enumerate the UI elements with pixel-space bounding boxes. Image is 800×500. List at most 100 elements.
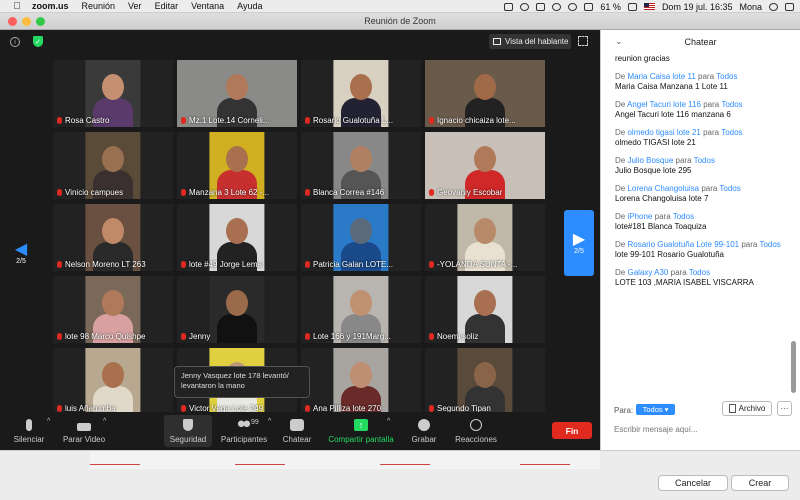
chat-recipient[interactable]: Todos [694,156,715,165]
audio-options-chevron-icon[interactable]: ^ [47,418,50,425]
next-page-button[interactable]: ▶ 2/5 [564,210,594,276]
muted-microphone-icon [305,405,310,412]
collapse-chevron-icon[interactable]: ⌄ [615,36,623,47]
participant-video-tile[interactable]: Ana Pilliza lote 270 [301,348,421,415]
chat-sender[interactable]: Julio Bosque [627,156,673,165]
participant-face [350,362,372,388]
participant-video-tile[interactable]: Patricia Galan LOTE... [301,204,421,271]
chat-button[interactable]: Chatear [280,415,314,447]
participant-face [474,290,496,316]
mute-label: Silenciar [13,435,45,444]
participant-video-tile[interactable]: luis Añarumba [53,348,173,415]
chat-recipient[interactable]: Todos [721,100,742,109]
participants-button[interactable]: Participantes [216,415,272,447]
participants-options-chevron-icon[interactable]: ^ [268,418,271,425]
spotlight-icon[interactable] [769,2,778,11]
chat-recipient[interactable]: Todos [673,212,694,221]
share-screen-button[interactable]: ↑ Compartir pantalla [326,415,396,447]
minimize-window-button[interactable] [22,17,31,26]
participant-name: Nelson Moreno LT 263 [65,260,146,269]
share-options-chevron-icon[interactable]: ^ [387,418,390,425]
menu-ver[interactable]: Ver [128,1,142,11]
menu-bar:  zoom.us Reunión Ver Editar Ventana Ayu… [0,0,800,13]
participant-video-tile[interactable]: Rosa Castro [53,60,173,127]
user-name[interactable]: Mona [739,2,762,12]
participant-video-tile[interactable]: Rosario Gualotuña L... [301,60,421,127]
chat-message: De Galaxy A30 para Todos LOTE 103 ,MARIA … [615,268,789,289]
close-window-button[interactable] [8,17,17,26]
zoom-status-icon[interactable] [504,2,514,11]
chat-recipient[interactable]: Todos [719,184,740,193]
stop-video-button[interactable]: Parar Video [60,415,108,447]
chat-title: Chatear [684,37,717,47]
chat-sender[interactable]: Galaxy A30 [627,268,668,277]
video-options-chevron-icon[interactable]: ^ [103,418,106,425]
battery-percent[interactable]: 61 % [600,2,621,12]
chat-recipient[interactable]: Todos [759,240,780,249]
participant-name-label: Rosa Castro [53,114,173,127]
reactions-button[interactable]: Reacciones [453,415,499,447]
participant-video-tile[interactable]: Manzana 3 Lote 62 -... [177,132,297,199]
file-button[interactable]: Archivo [722,401,772,416]
create-button[interactable]: Crear [731,475,789,491]
chat-sender[interactable]: Rosario Gualotuña Lote 99-101 [627,240,739,249]
security-button[interactable]: Seguridad [164,415,212,447]
participant-video-tile[interactable]: lote 98 Marco Quishpe [53,276,173,343]
menu-editar[interactable]: Editar [155,1,179,11]
muted-microphone-icon [57,189,62,196]
participant-video-tile[interactable]: lote #49 Jorge Lema [177,204,297,271]
chat-sender[interactable]: Angel Tacuri lote 116 [627,100,701,109]
participant-video-tile[interactable]: Geovaniy Escobar [425,132,545,199]
fullscreen-icon[interactable] [578,36,588,46]
apple-icon[interactable]:  [12,1,22,12]
menu-ventana[interactable]: Ventana [191,1,224,11]
chat-sender[interactable]: iPhone [627,212,652,221]
menu-ayuda[interactable]: Ayuda [237,1,262,11]
participant-video-tile[interactable]: Blanca Correa #146 [301,132,421,199]
background-thumbnail [90,453,140,465]
sync-icon[interactable] [520,2,530,11]
screen-icon[interactable] [536,2,546,11]
menu-reunion[interactable]: Reunión [82,1,116,11]
participant-face [350,74,372,100]
end-meeting-button[interactable]: Fin [552,422,592,439]
input-source-flag-icon[interactable] [643,3,655,10]
participant-video-tile[interactable]: Mz.1 Lote.14 Corneli... [177,60,297,127]
participant-video-tile[interactable]: Segundo Tipan [425,348,545,415]
volume-icon[interactable] [584,2,594,11]
chat-scrollbar[interactable] [791,341,796,393]
speaker-view-button[interactable]: Vista del hablante [489,34,571,49]
chat-message-input[interactable] [614,422,794,436]
zoom-window-button[interactable] [36,17,45,26]
menu-app[interactable]: zoom.us [32,1,69,11]
bluetooth-icon[interactable] [552,2,562,11]
wifi-icon[interactable] [568,2,578,11]
chat-sender[interactable]: olmedo tigasi lote 21 [627,128,700,137]
cancel-button[interactable]: Cancelar [658,475,728,491]
participant-face [226,290,248,316]
chat-recipient[interactable]: Todos [716,72,737,81]
chat-recipient[interactable]: Todos [721,128,742,137]
participant-video-tile[interactable]: Lote 166 y 191Marg... [301,276,421,343]
encryption-shield-icon[interactable]: ✓ [33,36,43,47]
muted-microphone-icon [181,189,186,196]
participant-video-tile[interactable]: Vinicio campues [53,132,173,199]
clock[interactable]: Dom 19 jul. 16:35 [662,2,733,12]
participant-face [102,74,124,100]
participant-video-tile[interactable]: Jenny [177,276,297,343]
previous-page-button[interactable]: ◀ 2/5 [6,220,36,286]
battery-icon[interactable] [627,2,637,11]
participant-video-tile[interactable]: Ignacio chicaiza lote... [425,60,545,127]
participant-video-tile[interactable]: Nelson Moreno LT 263 [53,204,173,271]
mute-button[interactable]: Silenciar [8,415,50,447]
control-center-icon[interactable] [785,2,794,11]
record-button[interactable]: Grabar [408,415,440,447]
recipient-select[interactable]: Todos ▾ [636,404,675,415]
participant-video-tile[interactable]: -YOLANDA SUNTA -... [425,204,545,271]
chat-sender[interactable]: Lorena Changoluisa [627,184,699,193]
chat-recipient[interactable]: Todos [689,268,710,277]
chat-sender[interactable]: Maria Caisa lote 11 [627,72,695,81]
info-icon[interactable]: i [10,37,20,47]
participant-video-tile[interactable]: Noemi soliz [425,276,545,343]
more-options-button[interactable]: ··· [777,401,792,416]
